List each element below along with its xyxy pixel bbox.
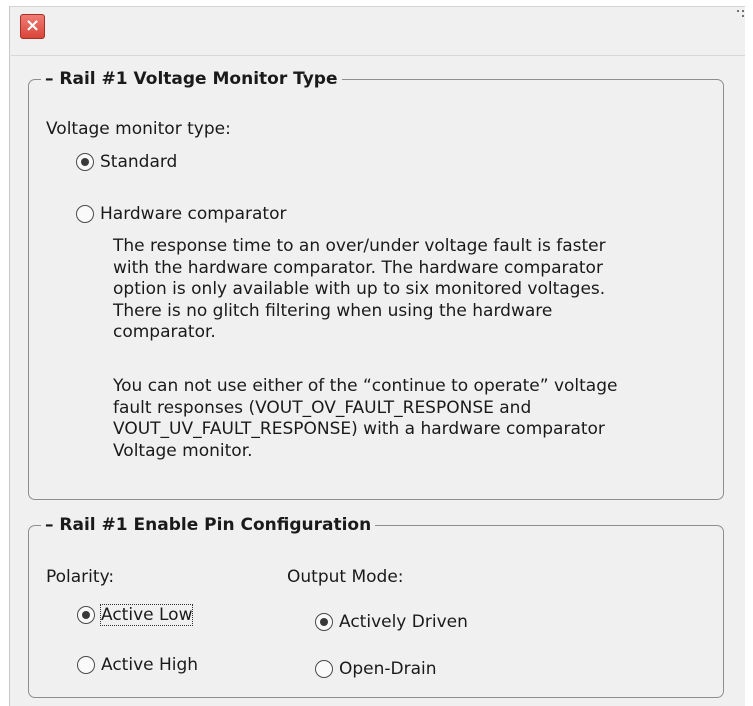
radio-active-low-indicator[interactable] bbox=[77, 606, 95, 624]
radio-standard-indicator[interactable] bbox=[76, 153, 94, 171]
radio-active-high-label[interactable]: Active High bbox=[101, 655, 198, 675]
radio-open-drain-indicator[interactable] bbox=[315, 660, 333, 678]
enable-pin-group-title: – Rail #1 Enable Pin Configuration bbox=[41, 512, 376, 538]
radio-actively-driven-label[interactable]: Actively Driven bbox=[339, 612, 468, 632]
hardware-comparator-description: The response time to an over/under volta… bbox=[113, 236, 606, 342]
radio-actively-driven[interactable]: Actively Driven bbox=[315, 612, 468, 632]
radio-hardware-comparator-indicator[interactable] bbox=[76, 205, 94, 223]
resize-grip-icon[interactable] bbox=[737, 10, 745, 24]
radio-hardware-comparator-label[interactable]: Hardware comparator bbox=[100, 204, 286, 224]
radio-hardware-comparator[interactable]: Hardware comparator bbox=[76, 204, 286, 224]
polarity-label: Polarity: bbox=[46, 567, 115, 587]
radio-active-low[interactable]: Active Low bbox=[77, 604, 194, 626]
legend-dash: – bbox=[45, 69, 60, 89]
voltage-monitor-group-title: – Rail #1 Voltage Monitor Type bbox=[41, 66, 342, 92]
radio-actively-driven-indicator[interactable] bbox=[315, 613, 333, 631]
voltage-monitor-type-label: Voltage monitor type: bbox=[46, 119, 231, 139]
radio-standard-label[interactable]: Standard bbox=[100, 152, 177, 172]
radio-open-drain-label[interactable]: Open-Drain bbox=[339, 659, 437, 679]
radio-active-high-indicator[interactable] bbox=[77, 656, 95, 674]
fault-response-note: You can not use either of the “continue … bbox=[113, 376, 618, 461]
toolbar-divider bbox=[9, 55, 745, 56]
legend-dash: – bbox=[45, 515, 60, 535]
voltage-group-title-text: Rail #1 Voltage Monitor Type bbox=[59, 69, 338, 89]
close-button[interactable]: × bbox=[20, 14, 45, 39]
radio-open-drain[interactable]: Open-Drain bbox=[315, 659, 437, 679]
radio-active-low-label[interactable]: Active Low bbox=[99, 604, 194, 626]
enable-group-title-text: Rail #1 Enable Pin Configuration bbox=[59, 515, 372, 535]
output-mode-label: Output Mode: bbox=[287, 567, 404, 587]
radio-active-high[interactable]: Active High bbox=[77, 655, 198, 675]
radio-standard[interactable]: Standard bbox=[76, 152, 177, 172]
